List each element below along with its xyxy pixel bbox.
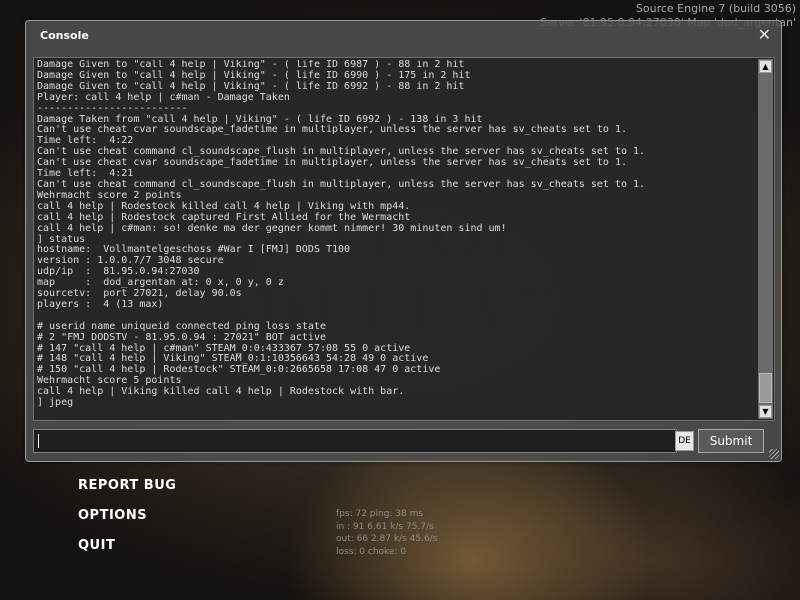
scroll-down-icon[interactable]: ▼ <box>759 405 772 418</box>
console-scrollbar[interactable]: ▲ ▼ <box>758 59 773 419</box>
console-log-line: call 4 help | Viking killed call 4 help … <box>37 386 405 398</box>
scroll-up-icon[interactable]: ▲ <box>759 60 772 73</box>
console-log: Damage Given to "call 4 help | Viking" -… <box>37 60 757 416</box>
scrollbar-thumb[interactable] <box>759 373 772 403</box>
console-log-line: call 4 help | c#man: so! denke ma der ge… <box>37 222 507 234</box>
submit-button[interactable]: Submit <box>698 429 764 453</box>
net-graph-fps: fps: 72 ping: 38 ms <box>336 509 424 519</box>
report-bug-button[interactable]: REPORT BUG <box>78 478 176 508</box>
console-log-line: Can't use cheat cvar soundscape_fadetime… <box>37 157 628 169</box>
net-graph-loss: loss: 0 choke: 0 <box>336 546 407 557</box>
text-caret <box>38 434 39 448</box>
console-log-panel[interactable]: Damage Given to "call 4 help | Viking" -… <box>33 57 775 421</box>
console-log-line: Player: call 4 help | c#man - Damage Tak… <box>37 91 290 103</box>
close-icon[interactable]: ✕ <box>758 27 771 43</box>
console-title: Console <box>40 29 89 42</box>
resize-grip-icon[interactable] <box>769 449 779 459</box>
console-command-input[interactable] <box>33 429 677 453</box>
console-log-line: Can't use cheat cvar soundscape_fadetime… <box>37 124 628 136</box>
console-log-line: call 4 help | Rodestock captured First A… <box>37 211 411 223</box>
console-log-line: players : 4 (13 max) <box>37 298 164 310</box>
net-graph: fps: 72 ping: 38 ms in : 91 6.61 k/s 75.… <box>336 508 437 558</box>
engine-build-label: Source Engine 7 (build 3056) <box>635 2 796 15</box>
main-menu: REPORT BUG OPTIONS QUIT <box>78 478 176 568</box>
options-button[interactable]: OPTIONS <box>78 508 176 538</box>
console-log-line: ------------------------- <box>37 102 188 114</box>
net-graph-in: in : 91 6.61 k/s 75.7/s <box>336 521 434 532</box>
console-log-line: # 2 "FMJ DODSTV - 81.95.0.94 : 27021" BO… <box>37 331 326 343</box>
net-graph-out: out: 66 2.87 k/s 45.6/s <box>336 534 438 544</box>
console-log-line: ] jpeg <box>37 397 74 409</box>
console-window[interactable]: Console ✕ Damage Given to "call 4 help |… <box>25 20 782 462</box>
keyboard-language-badge: DE <box>675 431 694 451</box>
quit-button[interactable]: QUIT <box>78 538 176 568</box>
